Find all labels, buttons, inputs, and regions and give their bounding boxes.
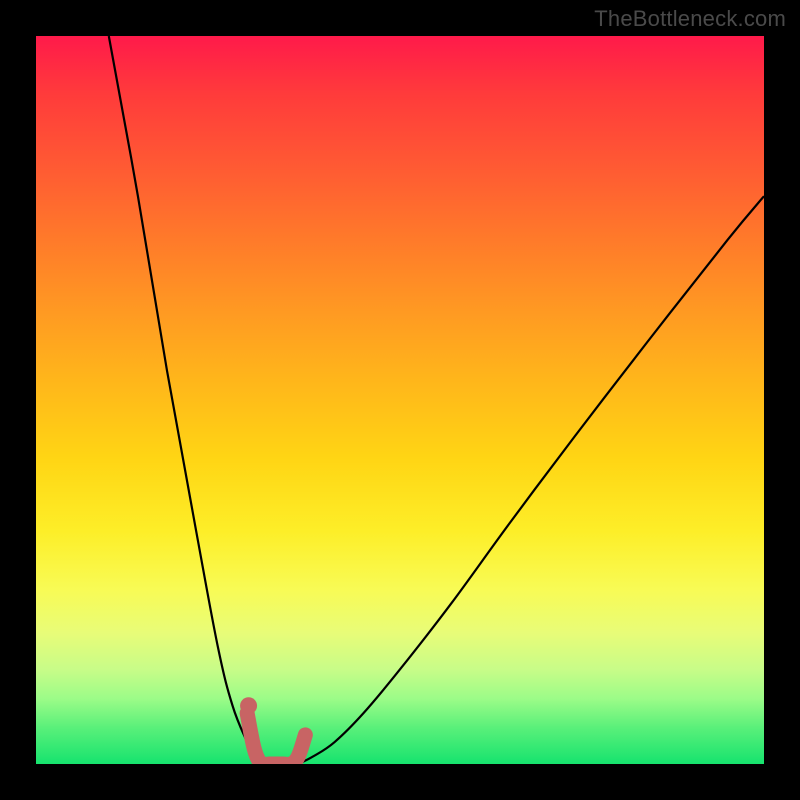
trough-marker-path — [247, 713, 305, 764]
watermark-label: TheBottleneck.com — [594, 6, 786, 32]
curve-right-branch — [298, 196, 764, 764]
chart-svg — [36, 36, 764, 764]
chart-frame: TheBottleneck.com — [0, 0, 800, 800]
curve-left-branch — [109, 36, 262, 764]
chart-plot-area — [36, 36, 764, 764]
trough-marker-dot — [240, 697, 257, 714]
